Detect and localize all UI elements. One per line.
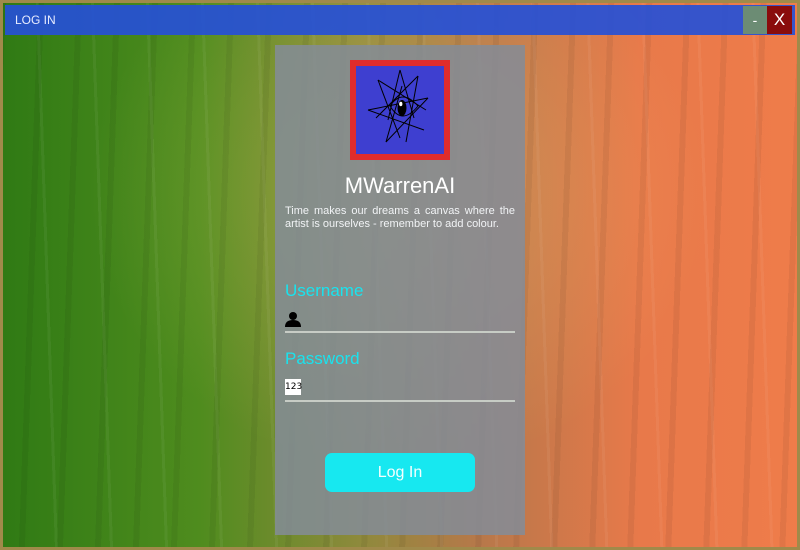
numeric-keypad-icon: 123: [285, 379, 302, 395]
eye-star-logo-icon: [350, 60, 450, 160]
login-panel: MWarrenAI Time makes our dreams a canvas…: [275, 45, 525, 535]
tagline: Time makes our dreams a canvas where the…: [285, 205, 515, 230]
username-underline: [285, 331, 515, 333]
window-title: LOG IN: [15, 13, 56, 27]
window-titlebar[interactable]: LOG IN - X: [5, 5, 795, 35]
user-icon: [285, 311, 301, 327]
app-name: MWarrenAI: [344, 173, 456, 198]
password-label: Password: [285, 349, 360, 368]
minimize-button[interactable]: -: [743, 6, 767, 34]
password-underline: [285, 400, 515, 402]
password-input[interactable]: [307, 377, 516, 399]
username-label: Username: [285, 281, 364, 300]
login-button[interactable]: Log In: [325, 453, 475, 492]
close-button[interactable]: X: [767, 6, 792, 34]
username-input[interactable]: [307, 309, 516, 331]
